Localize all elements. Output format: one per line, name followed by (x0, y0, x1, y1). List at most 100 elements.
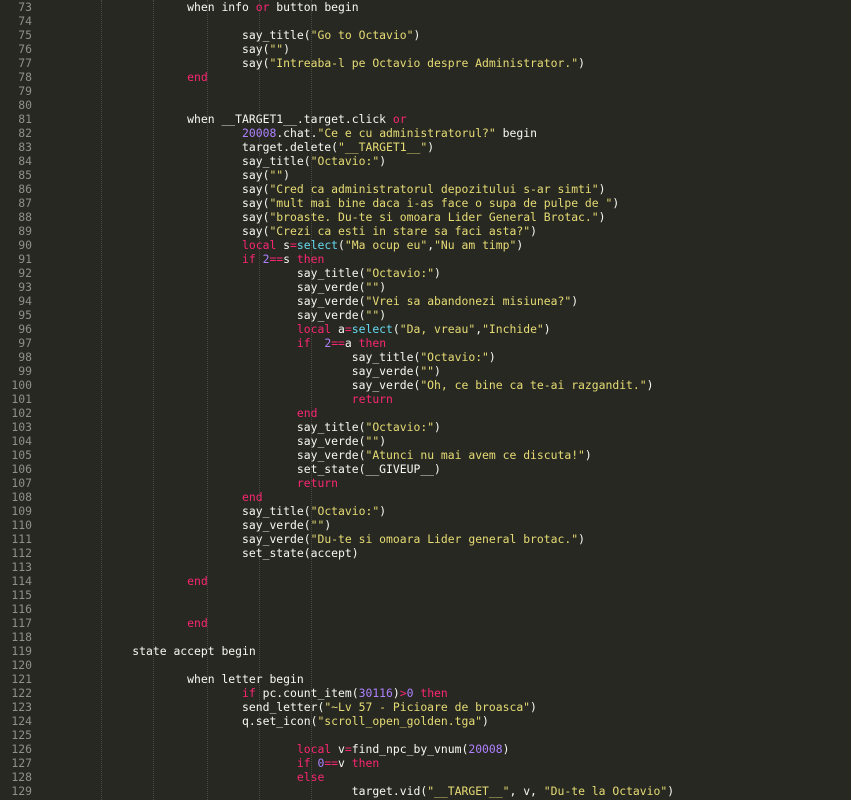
code-line[interactable]: 73 when info or button begin (0, 0, 851, 14)
code-line[interactable]: 77 say("Intreaba-l pe Octavio despre Adm… (0, 56, 851, 70)
code-line[interactable]: 117 end (0, 616, 851, 630)
code-text: state accept begin (50, 644, 255, 658)
code-line[interactable]: 83 target.delete("__TARGET1__") (0, 140, 851, 154)
code-line[interactable]: 86 say("Cred ca administratorul depozitu… (0, 182, 851, 196)
code-token: say( (50, 42, 270, 56)
code-line[interactable]: 103 say_title("Octavio:") (0, 420, 851, 434)
code-line[interactable]: 81 when __TARGET1__.target.click or (0, 112, 851, 126)
code-line[interactable]: 106 set_state(__GIVEUP__) (0, 462, 851, 476)
code-line[interactable]: 79 (0, 84, 851, 98)
code-token: "mult mai bine daca i-as face o supa de … (269, 196, 613, 210)
code-line[interactable]: 112 set_state(accept) (0, 546, 851, 560)
code-line[interactable]: 98 say_title("Octavio:") (0, 350, 851, 364)
code-line[interactable]: 90 local s=select("Ma ocup eu","Nu am ti… (0, 238, 851, 252)
code-token: ) (488, 350, 496, 364)
code-line[interactable]: 85 say("") (0, 168, 851, 182)
code-line[interactable]: 108 end (0, 490, 851, 504)
code-token: then (358, 336, 387, 350)
code-token: ) (379, 434, 387, 448)
code-token: end (50, 574, 208, 588)
code-text: say_verde("") (50, 364, 441, 378)
code-line[interactable]: 104 say_verde("") (0, 434, 851, 448)
code-line[interactable]: 123 send_letter("~Lv 57 - Picioare de br… (0, 700, 851, 714)
code-line[interactable]: 92 say_title("Octavio:") (0, 266, 851, 280)
code-line[interactable]: 116 (0, 602, 851, 616)
code-token: ) (530, 224, 537, 238)
code-token: ) (530, 700, 537, 714)
code-line[interactable]: 128 else (0, 770, 851, 784)
line-number: 94 (18, 294, 32, 308)
code-editor[interactable]: 73 when info or button begin 74 75 say_tit… (0, 0, 851, 800)
code-token: return (50, 476, 339, 490)
code-line[interactable]: 80 (0, 98, 851, 112)
code-line[interactable]: 107 return (0, 476, 851, 490)
code-line[interactable]: 127 if 0==v then (0, 756, 851, 770)
code-text: end (50, 616, 208, 630)
code-line[interactable]: 93 say_verde("") (0, 280, 851, 294)
code-token: ) (427, 140, 435, 154)
code-line[interactable]: 78 end (0, 70, 851, 84)
line-number: 115 (11, 588, 32, 602)
code-line[interactable]: 102 end (0, 406, 851, 420)
code-line[interactable]: 126 local v=find_npc_by_vnum(20008) (0, 742, 851, 756)
code-token: end (50, 406, 318, 420)
code-line[interactable]: 119 state accept begin (0, 644, 851, 658)
code-token: q.set_icon( (50, 714, 318, 728)
code-token: v (331, 742, 345, 756)
code-line[interactable]: 99 say_verde("") (0, 364, 851, 378)
code-line[interactable]: 94 say_verde("Vrei sa abandonezi misiune… (0, 294, 851, 308)
line-number: 80 (18, 98, 32, 112)
code-line[interactable]: 122 if pc.count_item(30116)>0 then (0, 686, 851, 700)
code-text: say("Cred ca administratorul depozitului… (50, 182, 605, 196)
line-number: 74 (18, 14, 32, 28)
code-line[interactable]: 95 say_verde("") (0, 308, 851, 322)
line-number: 112 (11, 546, 32, 560)
code-line[interactable]: 110 say_verde("") (0, 518, 851, 532)
code-line[interactable]: 100 say_verde("Oh, ce bine ca te-ai razg… (0, 378, 851, 392)
code-line[interactable]: 124 q.set_icon("scroll_open_golden.tga") (0, 714, 851, 728)
code-line[interactable]: 89 say("Crezi ca esti in stare sa faci a… (0, 224, 851, 238)
code-line[interactable]: 82 20008.chat."Ce e cu administratorul?"… (0, 126, 851, 140)
code-line[interactable]: 125 (0, 728, 851, 742)
line-number: 96 (18, 322, 32, 336)
code-text: say("Intreaba-l pe Octavio despre Admini… (50, 56, 585, 70)
line-number: 113 (11, 560, 32, 574)
code-token: ) (482, 714, 489, 728)
code-line[interactable]: 120 (0, 658, 851, 672)
code-token: when letter begin (50, 672, 304, 686)
line-number: 87 (18, 196, 32, 210)
code-token: say_title( (50, 266, 366, 280)
code-token: say( (50, 196, 270, 210)
code-line[interactable]: 101 return (0, 392, 851, 406)
line-number: 119 (11, 644, 32, 658)
code-line[interactable]: 118 (0, 630, 851, 644)
code-line[interactable]: 111 say_verde("Du-te si omoara Lider gen… (0, 532, 851, 546)
line-number: 103 (11, 420, 32, 434)
line-number: 123 (11, 700, 32, 714)
code-token: ( (392, 322, 400, 336)
code-line[interactable]: 97 if 2==a then (0, 336, 851, 350)
code-token: say_title( (50, 420, 366, 434)
code-token: "Atunci nu mai avem ce discuta!" (365, 448, 585, 462)
code-line[interactable]: 129 target.vid("__TARGET__", v, "Du-te l… (0, 784, 851, 798)
code-line[interactable]: 115 (0, 588, 851, 602)
code-line[interactable]: 121 when letter begin (0, 672, 851, 686)
code-line[interactable]: 109 say_title("Octavio:") (0, 504, 851, 518)
code-line[interactable]: 113 (0, 560, 851, 574)
line-number: 109 (11, 504, 32, 518)
code-token: say_verde( (50, 308, 366, 322)
line-number: 107 (11, 476, 32, 490)
code-line[interactable]: 88 say("broaste. Du-te si omoara Lider G… (0, 210, 851, 224)
code-token: "scroll_open_golden.tga" (317, 714, 483, 728)
code-line[interactable]: 91 if 2==s then (0, 252, 851, 266)
code-line[interactable]: 75 say_title("Go to Octavio") (0, 28, 851, 42)
code-token: "Octavio:" (365, 266, 435, 280)
code-line[interactable]: 96 local a=select("Da, vreau","Inchide") (0, 322, 851, 336)
code-token: then (351, 756, 380, 770)
code-line[interactable]: 87 say("mult mai bine daca i-as face o s… (0, 196, 851, 210)
code-line[interactable]: 114 end (0, 574, 851, 588)
code-line[interactable]: 74 (0, 14, 851, 28)
code-line[interactable]: 105 say_verde("Atunci nu mai avem ce dis… (0, 448, 851, 462)
code-line[interactable]: 76 say("") (0, 42, 851, 56)
code-line[interactable]: 84 say_title("Octavio:") (0, 154, 851, 168)
